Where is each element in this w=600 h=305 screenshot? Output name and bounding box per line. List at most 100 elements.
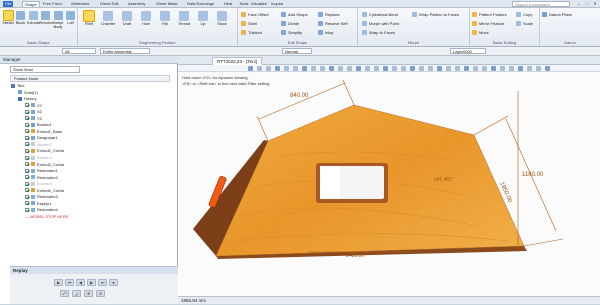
tree-node-label: Redondeo2 xyxy=(37,174,58,180)
tool-hole-button[interactable]: Hole xyxy=(138,11,154,26)
tool-fillet-button[interactable]: Fillet xyxy=(81,10,97,26)
visibility-checkbox[interactable] xyxy=(25,168,29,173)
visibility-checkbox[interactable] xyxy=(25,103,29,108)
filter-toolbar: All Entire Assembly Normal Layer0000 xyxy=(0,47,600,56)
visibility-checkbox[interactable] xyxy=(25,116,29,121)
close-button[interactable]: ✕ xyxy=(591,1,599,7)
minimize-button[interactable]: – xyxy=(575,1,583,7)
tool-copy-button[interactable]: Copy xyxy=(516,11,532,18)
tool-replace-button[interactable]: Replace xyxy=(318,11,340,18)
visibility-checkbox[interactable] xyxy=(25,194,29,199)
visibility-checkbox[interactable] xyxy=(25,201,29,206)
replay-zoom-in-button[interactable]: ⊕ xyxy=(84,290,93,297)
tree-node[interactable]: — MODEL STOP HERE xyxy=(10,214,175,221)
tool-swept-body-button[interactable]: Swept Body xyxy=(52,11,64,29)
tool-move-button[interactable]: Move xyxy=(472,29,489,36)
tool-wrap-to-faces-button[interactable]: Wrap to Faces xyxy=(362,29,395,36)
assembly-select[interactable]: Entire Assembly xyxy=(100,48,150,54)
tool-draft-button[interactable]: Draft xyxy=(119,11,135,26)
visibility-checkbox[interactable] xyxy=(25,129,29,134)
replay-undo-button[interactable]: ⤺ xyxy=(60,290,69,297)
replay-fast-forward-button[interactable]: ⏭ xyxy=(98,279,107,286)
tool-extrude-button[interactable]: Extrude xyxy=(27,11,40,25)
tool-thread-button[interactable]: Thread xyxy=(176,11,192,26)
visibility-checkbox[interactable] xyxy=(25,142,29,147)
feature-icon xyxy=(31,135,35,140)
edit-shape-group-label: Edit Shape xyxy=(287,40,308,45)
command-search-input[interactable]: Search a command xyxy=(512,1,570,7)
menu-tab-file[interactable]: File xyxy=(3,1,14,7)
tool-revolve-button[interactable]: Revolve xyxy=(40,11,53,25)
menu-tab-visualize[interactable]: Visualize xyxy=(249,1,269,7)
replay-title: Replay xyxy=(10,267,178,274)
tool-pattern-feature-button[interactable]: Pattern Feature xyxy=(472,11,507,18)
tool-simplify-button[interactable]: Simplify xyxy=(281,29,302,36)
tool-divide-button[interactable]: Divide xyxy=(281,20,299,27)
tool-datum-plane-button[interactable]: Datum Plane xyxy=(542,11,572,18)
menu-tab-free-form[interactable]: Free Form xyxy=(41,1,64,7)
tool-stock-button[interactable]: Stock xyxy=(214,11,230,26)
menu-tab-direct-edit[interactable]: Direct Edit xyxy=(98,1,120,7)
tool-add-shape-button[interactable]: Add Shape xyxy=(281,11,308,18)
sketch-icon xyxy=(31,155,35,160)
visibility-checkbox[interactable] xyxy=(25,109,29,114)
menu-tab-heal[interactable]: Heal xyxy=(222,1,234,7)
tool-sketch-button[interactable]: Sketch xyxy=(2,10,14,25)
tool-shell-button[interactable]: Shell xyxy=(241,20,257,27)
menu-tab-sheet-metal[interactable]: Sheet Metal xyxy=(154,1,179,7)
tool-sketch-label: Sketch xyxy=(2,21,14,25)
menu-tab-data-exchange[interactable]: Data Exchange xyxy=(185,1,216,7)
replay-rewind-button[interactable]: ⏮ xyxy=(65,279,74,286)
tree-node-label: YZ xyxy=(37,115,43,121)
replay-step-back-button[interactable]: ◀ xyxy=(76,279,85,286)
tool-wrap-pattern-to-faces-button[interactable]: Wrap Pattern to Faces xyxy=(412,11,459,18)
graphics-viewport[interactable]: RTT2022,Z3 - [Teni] Hold down <F2> for d… xyxy=(178,56,600,304)
menu-tab-inquire[interactable]: Inquire xyxy=(269,1,285,7)
manager-title: Manager xyxy=(0,56,178,64)
visibility-checkbox[interactable] xyxy=(25,207,29,212)
tool-morph-with-point-button[interactable]: Morph with Point xyxy=(362,20,399,27)
visibility-checkbox[interactable] xyxy=(25,162,29,167)
layer-select[interactable]: Layer0000 xyxy=(450,48,486,54)
tool-face-offset-button[interactable]: Face Offset xyxy=(241,11,269,18)
maximize-button[interactable]: □ xyxy=(583,1,591,7)
manager-panel: Manager Show Most Feature Node Teni Solid… xyxy=(0,56,178,304)
visibility-checkbox[interactable] xyxy=(25,181,29,186)
menu-tab-assembly[interactable]: Assembly xyxy=(126,1,147,7)
tool-chamfer-button[interactable]: Chamfer xyxy=(100,11,116,26)
add-shape-icon xyxy=(281,12,286,17)
visibility-checkbox[interactable] xyxy=(25,188,29,193)
menu-tab-wireframe[interactable]: Wireframe xyxy=(69,1,91,7)
visibility-checkbox[interactable] xyxy=(25,155,29,160)
visibility-checkbox[interactable] xyxy=(25,122,29,127)
visibility-checkbox[interactable] xyxy=(25,175,29,180)
visibility-checkbox[interactable] xyxy=(25,135,29,140)
replay-redo-button[interactable]: ⤻ xyxy=(72,290,81,297)
tool-loft-button[interactable]: Loft xyxy=(65,11,77,25)
tool-rib-button[interactable]: Rib xyxy=(157,11,173,26)
tool-scale-button[interactable]: Scale xyxy=(516,20,533,27)
replay-step-forward-button[interactable]: ▶ xyxy=(87,279,96,286)
tool-cylindrical-bend-button[interactable]: Cylindrical Bend xyxy=(362,11,398,18)
replay-zoom-out-button[interactable]: ⊖ xyxy=(96,290,105,297)
tool-lip-button[interactable]: Lip xyxy=(195,11,211,26)
replay-stop-button[interactable]: ⏹ xyxy=(109,279,118,286)
tool-block-button[interactable]: Block xyxy=(15,11,27,25)
divide-icon xyxy=(281,21,286,26)
show-mode-select[interactable]: Show Most xyxy=(10,66,80,73)
part-model[interactable]: 840.00 1950.00 1180.00 2480.00 (47.46)° xyxy=(178,56,600,296)
menu-tab-shape[interactable]: Shape xyxy=(22,1,40,7)
replay-play-button[interactable]: ▶ xyxy=(54,279,63,286)
tool-inlay-button[interactable]: Inlay xyxy=(318,29,333,36)
tool-thicken-button[interactable]: Thicken xyxy=(241,29,262,36)
history-icon xyxy=(18,96,22,101)
dim-angle-label: (47.46)° xyxy=(434,177,454,183)
tree-node-label: Boceto3 xyxy=(37,155,52,161)
tool-mirror-feature-button[interactable]: Mirror Feature xyxy=(472,20,504,27)
tool-resolve-self-button[interactable]: Resolve Self xyxy=(318,20,347,27)
visibility-checkbox[interactable] xyxy=(25,148,29,153)
mode-select[interactable]: Normal xyxy=(282,48,312,54)
tree-node-label: Teni xyxy=(17,83,25,88)
filter-select[interactable]: All xyxy=(62,48,96,54)
extrude-icon xyxy=(31,162,35,167)
